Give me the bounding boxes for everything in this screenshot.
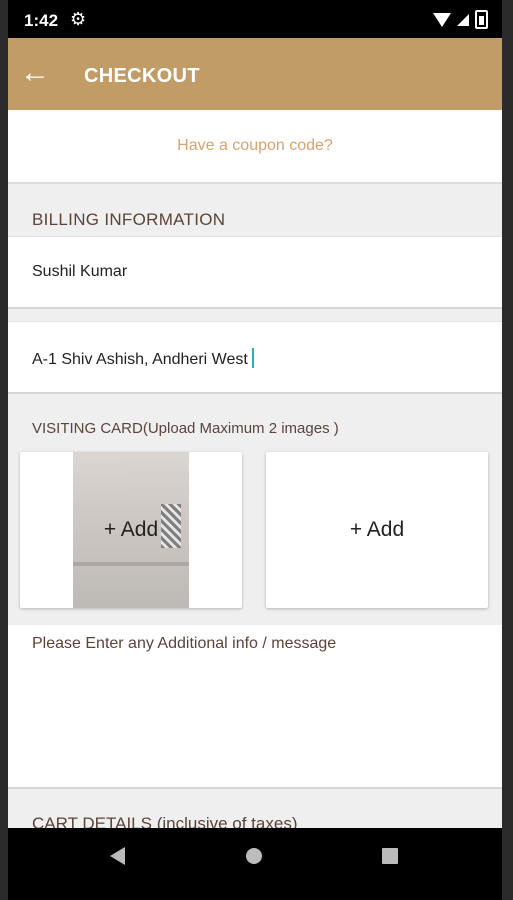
name-field-value: Sushil Kumar: [32, 263, 128, 280]
add-image-button[interactable]: + Add: [266, 518, 488, 542]
visiting-card-label: VISITING CARD(Upload Maximum 2 images ): [32, 420, 339, 437]
cart-details-heading: CART DETAILS (inclusive of taxes): [32, 814, 298, 828]
app-bar: ← CHECKOUT: [8, 38, 502, 110]
name-field[interactable]: Sushil Kumar: [8, 236, 502, 309]
nav-recents-icon[interactable]: [382, 848, 398, 864]
visiting-card-slot-2[interactable]: + Add: [266, 452, 488, 608]
nav-back-icon[interactable]: [110, 847, 125, 865]
phone-screen: 1:42 ⚙ ← CHECKOUT Have a coupon code? BI…: [8, 0, 502, 900]
page-title: CHECKOUT: [84, 65, 200, 87]
text-caret: [251, 348, 254, 368]
back-arrow-icon[interactable]: ←: [20, 58, 50, 88]
status-icons: [433, 10, 488, 29]
add-image-button[interactable]: + Add: [20, 518, 242, 542]
battery-icon: [475, 10, 488, 29]
checkout-content[interactable]: Have a coupon code? BILLING INFORMATION …: [8, 110, 502, 828]
wifi-icon: [433, 12, 451, 27]
photo-detail: [73, 562, 189, 566]
settings-gear-icon: ⚙: [70, 9, 87, 29]
additional-info-field[interactable]: Please Enter any Additional info / messa…: [8, 625, 502, 789]
nav-home-icon[interactable]: [246, 848, 262, 864]
address-field[interactable]: A-1 Shiv Ashish, Andheri West: [8, 321, 502, 394]
address-field-value: A-1 Shiv Ashish, Andheri West: [32, 348, 254, 369]
visiting-card-slot-1[interactable]: + Add: [20, 452, 242, 608]
system-nav-bar: [8, 828, 502, 900]
status-bar: 1:42 ⚙: [8, 0, 502, 38]
coupon-link[interactable]: Have a coupon code?: [8, 110, 502, 184]
signal-icon: [457, 13, 469, 26]
additional-info-placeholder: Please Enter any Additional info / messa…: [32, 635, 337, 652]
status-time: 1:42: [24, 11, 59, 30]
billing-heading: BILLING INFORMATION: [32, 210, 226, 229]
